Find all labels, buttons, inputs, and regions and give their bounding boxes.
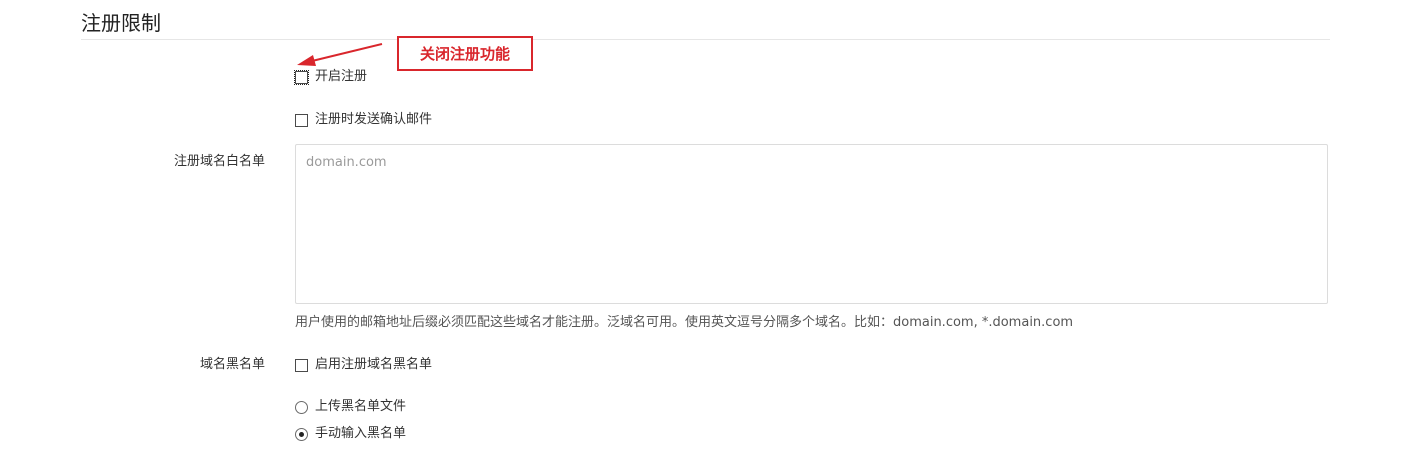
upload-blacklist-option[interactable]: 上传黑名单文件 (295, 398, 406, 416)
enable-registration-label: 开启注册 (315, 69, 368, 84)
manual-blacklist-radio[interactable] (295, 427, 308, 441)
enable-blacklist-label: 启用注册域名黑名单 (315, 357, 433, 372)
manual-blacklist-label: 手动输入黑名单 (315, 426, 407, 441)
annotation-callout: 关闭注册功能 (397, 36, 533, 71)
registration-settings-page: 注册限制 开启注册 注册时发送确认邮件 注册域名白名单 用户使用的邮箱地址后缀必… (0, 0, 1414, 450)
enable-registration-checkbox[interactable] (294, 69, 309, 85)
whitelist-help-text: 用户使用的邮箱地址后缀必须匹配这些域名才能注册。泛域名可用。使用英文逗号分隔多个… (295, 315, 1074, 330)
manual-blacklist-option[interactable]: 手动输入黑名单 (295, 425, 406, 443)
blacklist-label: 域名黑名单 (199, 357, 265, 372)
section-title: 注册限制 (81, 11, 161, 35)
enable-blacklist-option[interactable]: 启用注册域名黑名单 (295, 356, 432, 374)
confirm-email-label: 注册时发送确认邮件 (315, 112, 433, 127)
upload-blacklist-label: 上传黑名单文件 (315, 399, 407, 414)
section-divider (81, 39, 1330, 40)
whitelist-label: 注册域名白名单 (173, 154, 265, 169)
enable-registration-option[interactable]: 开启注册 (294, 68, 368, 86)
confirm-email-option[interactable]: 注册时发送确认邮件 (295, 111, 432, 129)
enable-blacklist-checkbox[interactable] (295, 358, 308, 372)
upload-blacklist-radio[interactable] (295, 400, 308, 414)
whitelist-textarea[interactable] (295, 144, 1328, 304)
confirm-email-checkbox[interactable] (295, 113, 308, 127)
